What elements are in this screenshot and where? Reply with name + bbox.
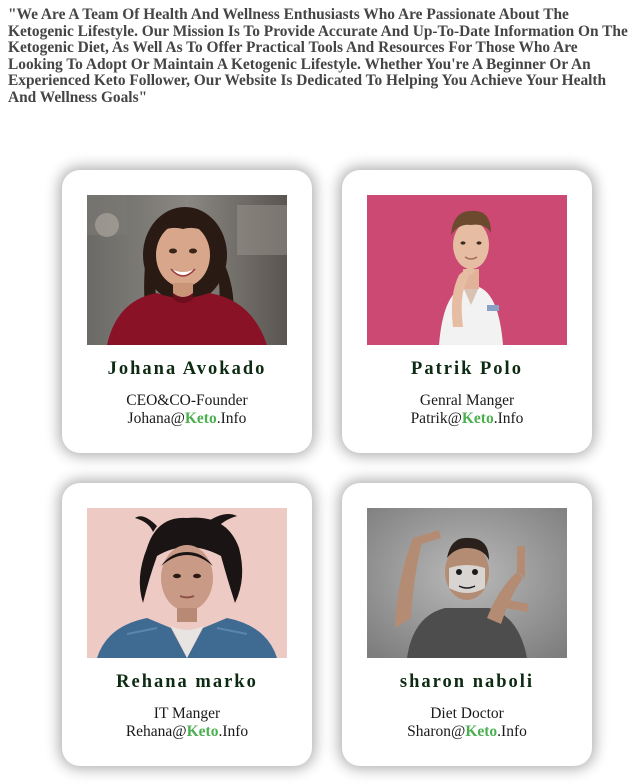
email-user: Johana@ [127,410,185,427]
email-brand: Keto [465,723,498,740]
team-card-johana: Johana Avokado CEO&CO-Founder Johana@Ket… [62,170,312,453]
team-member-name: sharon naboli [399,672,535,692]
woman-red-top-photo [87,195,287,345]
email-user: Rehana@ [125,723,187,740]
team-member-email: Sharon@Keto.Info [342,723,592,741]
team-member-email: Patrik@Keto.Info [342,410,592,428]
team-member-role: Genral Manger [419,392,515,409]
email-tld: .Info [493,410,524,427]
team-card-patrik: Patrik Polo Genral Manger Patrik@Keto.In… [342,170,592,453]
team-member-role: IT Manger [153,705,221,722]
email-user: Patrik@ [410,410,462,427]
team-member-role: CEO&CO-Founder [126,392,248,409]
team-card-sharon: sharon naboli Diet Doctor Sharon@Keto.In… [342,483,592,766]
man-face-paint-photo [367,508,567,658]
email-brand: Keto [461,410,494,427]
team-member-name: Rehana marko [116,672,258,692]
team-member-email: Rehana@Keto.Info [62,723,312,741]
email-tld: .Info [216,410,247,427]
email-brand: Keto [186,723,219,740]
team-member-email: Johana@Keto.Info [62,410,312,428]
email-user: Sharon@ [407,723,466,740]
man-pink-background-photo [367,195,567,345]
mission-statement: "We Are A Team Of Health And Wellness En… [8,6,628,106]
team-member-role: Diet Doctor [430,705,504,722]
team-member-name: Johana Avokado [107,359,267,379]
team-member-name: Patrik Polo [411,359,523,379]
woman-denim-jacket-photo [87,508,287,658]
email-brand: Keto [184,410,217,427]
team-card-rehana: Rehana marko IT Manger Rehana@Keto.Info [62,483,312,766]
email-tld: .Info [497,723,527,740]
email-tld: .Info [218,723,249,740]
